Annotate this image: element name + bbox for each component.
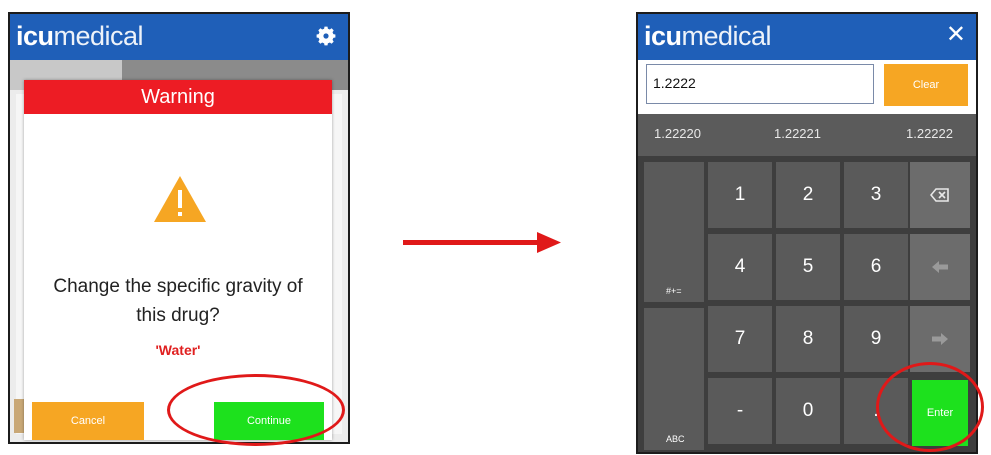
cancel-button[interactable]: Cancel xyxy=(32,402,144,440)
key-8[interactable]: 8 xyxy=(776,306,840,372)
close-icon[interactable]: ✕ xyxy=(946,20,966,50)
key-minus[interactable]: - xyxy=(708,378,772,444)
key-1[interactable]: 1 xyxy=(708,162,772,228)
suggestion-item[interactable]: 1.22222 xyxy=(906,126,953,141)
value-input[interactable]: 1.2222 xyxy=(646,64,874,104)
dialog-message-line-1: Change the specific gravity of xyxy=(53,276,303,297)
enter-highlight-ellipse xyxy=(876,362,984,452)
clear-button[interactable]: Clear xyxy=(884,64,968,106)
arrow-left-icon xyxy=(932,261,948,273)
key-7[interactable]: 7 xyxy=(708,306,772,372)
key-6[interactable]: 6 xyxy=(844,234,908,300)
key-5[interactable]: 5 xyxy=(776,234,840,300)
icu-medical-logo: icumedical xyxy=(16,21,144,51)
backspace-key[interactable] xyxy=(910,162,970,228)
app-header: icumedical ✕ xyxy=(638,14,976,60)
key-0[interactable]: 0 xyxy=(776,378,840,444)
gear-icon[interactable] xyxy=(314,24,338,48)
key-2[interactable]: 2 xyxy=(776,162,840,228)
app-header: icumedical xyxy=(10,14,348,60)
key-4[interactable]: 4 xyxy=(708,234,772,300)
drug-name: 'Water' xyxy=(155,342,201,358)
warning-triangle-icon xyxy=(154,176,206,222)
abc-key[interactable]: ABC xyxy=(644,308,704,450)
suggestion-row: 1.22220 1.22221 1.22222 xyxy=(638,114,976,156)
right-arrow-icon xyxy=(403,232,561,253)
suggestion-item[interactable]: 1.22221 xyxy=(774,126,821,141)
key-9[interactable]: 9 xyxy=(844,306,908,372)
dialog-message-line-2: this drug? xyxy=(136,305,220,326)
dialog-message: Change the specific gravity of this drug… xyxy=(24,272,332,330)
dialog-title: Warning xyxy=(24,80,332,114)
input-row: 1.2222 Clear xyxy=(638,60,976,114)
cursor-left-key[interactable] xyxy=(910,234,970,300)
key-3[interactable]: 3 xyxy=(844,162,908,228)
suggestion-item[interactable]: 1.22220 xyxy=(654,126,701,141)
symbols-key[interactable]: #+= xyxy=(644,162,704,302)
arrow-right-icon xyxy=(932,333,948,345)
continue-highlight-ellipse xyxy=(167,374,345,446)
icu-medical-logo: icumedical xyxy=(644,21,772,51)
backspace-icon xyxy=(930,188,949,202)
